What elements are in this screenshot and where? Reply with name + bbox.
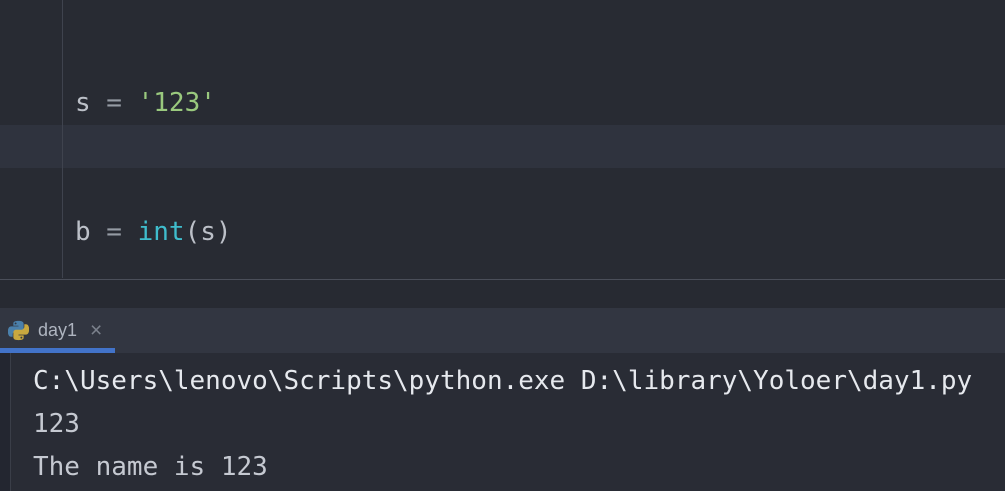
run-tool-window-header [0, 280, 1005, 308]
code-token: b [75, 217, 91, 247]
code-token: '123' [137, 88, 216, 118]
console-line: 123 [33, 409, 80, 439]
console-line: C:\Users\lenovo\Scripts\python.exe D:\li… [33, 366, 973, 396]
editor-pane[interactable]: s = '123' b = int(s) s2 = 'The name is '… [0, 0, 1005, 376]
code-token: (s) [184, 217, 232, 247]
console-output: C:\Users\lenovo\Scripts\python.exe D:\li… [33, 360, 972, 489]
code-line[interactable]: s = '123' [75, 82, 513, 125]
python-icon [8, 320, 29, 341]
gutter-separator [62, 0, 63, 278]
code-token: s [75, 88, 91, 118]
tab-label: day1 [38, 320, 78, 340]
console-line: The name is 123 [33, 452, 268, 482]
code-token: = [90, 88, 138, 118]
console-left-rail [0, 353, 10, 491]
console-rail-separator [10, 353, 11, 491]
code-token: = [90, 217, 138, 247]
run-console[interactable]: C:\Users\lenovo\Scripts\python.exe D:\li… [0, 353, 1005, 491]
console-tab-day1[interactable]: day1 × [0, 308, 116, 353]
code-line[interactable]: b = int(s) [75, 211, 513, 254]
run-tab-strip: day1 × [0, 308, 1005, 353]
tab-close-icon[interactable]: × [90, 320, 102, 341]
code-token: int [137, 217, 185, 247]
